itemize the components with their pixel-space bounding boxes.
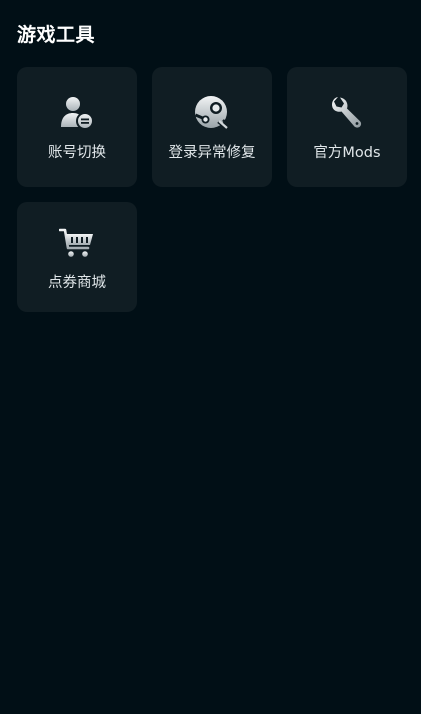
tool-label: 点券商城 — [48, 275, 106, 291]
account-switch-icon — [61, 97, 94, 130]
tool-official-mods[interactable]: 官方Mods — [287, 67, 407, 187]
tool-points-store[interactable]: 点券商城 — [17, 202, 137, 312]
tool-label: 官方Mods — [313, 145, 381, 161]
wrench-icon — [332, 97, 362, 128]
tool-account-switch[interactable]: 账号切换 — [17, 67, 137, 187]
tool-login-repair[interactable]: 登录异常修复 — [152, 67, 272, 187]
game-tools-panel: 游戏工具 账号切换 登录异常修复 官方Mods 点券商城 — [0, 0, 421, 714]
shopping-cart-icon — [59, 228, 93, 257]
steam-repair-icon — [194, 96, 228, 129]
tool-label: 账号切换 — [48, 145, 106, 161]
tool-label: 登录异常修复 — [168, 145, 256, 161]
section-title: 游戏工具 — [17, 24, 96, 46]
